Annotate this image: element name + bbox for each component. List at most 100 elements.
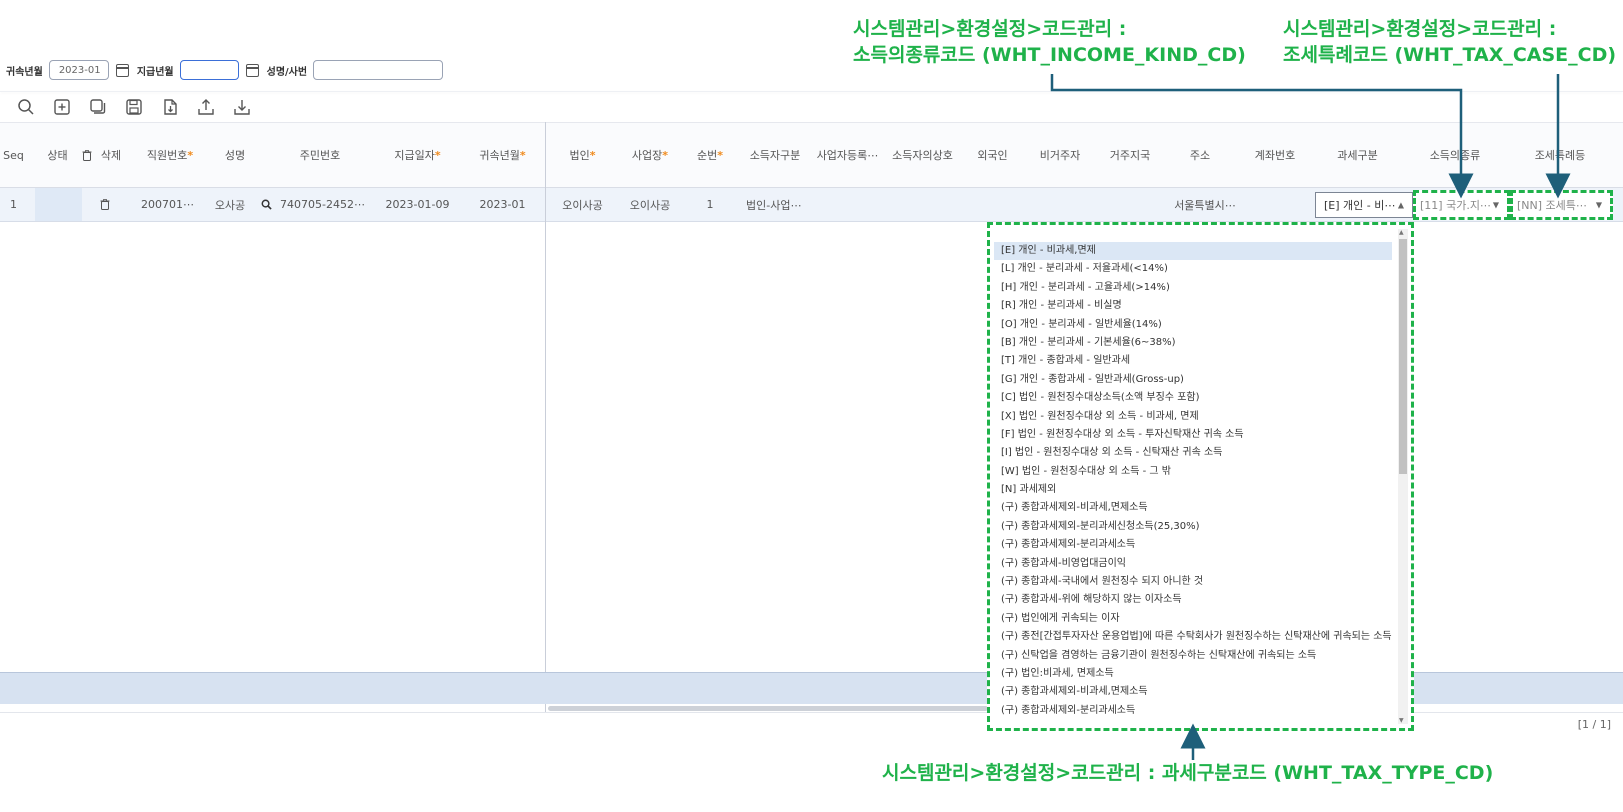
tax-case-select-value: [NN] 조세특⋯	[1517, 199, 1587, 212]
cell-earner-type[interactable]: 법인-사업⋯	[746, 188, 816, 221]
dropdown-option[interactable]: (구) 종합과세-국내에서 원천징수 되지 아니한 것	[994, 573, 1392, 591]
dropdown-option[interactable]: [B] 개인 - 분리과세 - 기본세율(6~38%)	[994, 334, 1392, 352]
cell-name[interactable]: 오사공	[205, 188, 255, 221]
calendar-icon[interactable]	[115, 63, 129, 77]
col-belong-month[interactable]: 귀속년월 *	[460, 123, 545, 187]
horizontal-scrollbar[interactable]	[548, 706, 988, 711]
dropdown-option[interactable]: [O] 개인 - 분리과세 - 일반세율(14%)	[994, 316, 1392, 334]
dropdown-option[interactable]: [I] 법인 - 원천징수대상 외 소득 - 신탁재산 귀속 소득	[994, 444, 1392, 462]
add-button[interactable]	[44, 96, 80, 118]
filter-bar: 귀속년월 2023-01 지급년월 성명/사번	[0, 55, 444, 85]
cell-belong-month[interactable]: 2023-01	[460, 188, 545, 221]
dropdown-option[interactable]: (구) 종합과세제외-비과세,면제소득	[994, 499, 1392, 517]
col-delete-icon-header	[78, 123, 96, 187]
name-empno-label: 성명/사번	[266, 66, 308, 78]
scroll-up-icon[interactable]: ▲	[1399, 229, 1404, 236]
col-residence-country[interactable]: 거주지국	[1095, 123, 1165, 187]
caret-down-icon: ▼	[1492, 200, 1499, 210]
col-corp[interactable]: 법인 *	[555, 123, 610, 187]
tax-type-dropdown[interactable]: [E] 개인 - 비과세,면제 [L] 개인 - 분리과세 - 저율과세(<14%…	[987, 222, 1414, 731]
belong-month-input[interactable]: 2023-01	[48, 60, 109, 80]
col-pay-date[interactable]: 지급일자 *	[375, 123, 460, 187]
cell-order[interactable]: 1	[685, 188, 735, 221]
search-button[interactable]	[8, 96, 44, 118]
col-tax-case[interactable]: 조세특례등	[1510, 123, 1610, 187]
col-non-resident[interactable]: 비거주자	[1025, 123, 1095, 187]
col-status[interactable]: 상태	[40, 123, 75, 187]
dropdown-option[interactable]: [T] 개인 - 종합과세 - 일반과세	[994, 352, 1392, 370]
table-row[interactable]: 1 200701⋯ 오사공 740705-2452⋯ 2023-01-09 20…	[0, 188, 1623, 222]
annotation-tax-case-line2: 조세특례코드 (WHT_TAX_CASE_CD)	[1283, 44, 1617, 66]
col-resident-no[interactable]: 주민번호	[270, 123, 370, 187]
col-pay-date-label: 지급일자	[394, 149, 435, 162]
dropdown-option[interactable]: [L] 개인 - 분리과세 - 저율과세(<14%)	[994, 260, 1392, 278]
dropdown-option[interactable]: (구) 종합과세-위에 해당하지 않는 이자소득	[994, 591, 1392, 609]
col-address[interactable]: 주소	[1165, 123, 1235, 187]
download-button[interactable]	[224, 96, 260, 118]
col-order-label: 순번	[696, 149, 718, 162]
tax-type-select[interactable]: [E] 개인 - 비⋯ ▲	[1315, 192, 1413, 218]
dropdown-option[interactable]: [F] 법인 - 원천징수대상 외 소득 - 투자신탁재산 귀속 소득	[994, 426, 1392, 444]
dropdown-option[interactable]: (구) 종전[간접투자자산 운용업법]에 따른 수탁회사가 원천징수하는 신탁재…	[994, 628, 1392, 646]
name-empno-input[interactable]	[313, 60, 444, 80]
upload-button[interactable]	[188, 96, 224, 118]
dropdown-option[interactable]: (구) 신탁업을 겸영하는 금융기관이 원천징수하는 신탁재산에 귀속되는 소득	[994, 647, 1392, 665]
cell-emp-no[interactable]: 200701⋯	[130, 188, 205, 221]
pay-month-input[interactable]	[179, 60, 239, 80]
cell-corp[interactable]: 오이사공	[555, 188, 610, 221]
col-emp-no[interactable]: 직원번호 *	[130, 123, 210, 187]
col-name[interactable]: 성명	[210, 123, 260, 187]
col-delete[interactable]: 삭제	[96, 123, 126, 187]
col-tax-type[interactable]: 과세구분	[1315, 123, 1400, 187]
dropdown-option[interactable]: (구) 종합과세제외-비과세,면제소득	[994, 683, 1392, 701]
name-search-button[interactable]	[255, 188, 277, 221]
copy-button[interactable]	[80, 96, 116, 118]
caret-up-icon: ▲	[1397, 200, 1404, 210]
dropdown-option[interactable]: [W] 법인 - 원천징수대상 외 소득 - 그 밖	[994, 463, 1392, 481]
dropdown-option[interactable]: [H] 개인 - 분리과세 - 고율과세(>14%)	[994, 279, 1392, 297]
caret-down-icon: ▼	[1595, 200, 1602, 210]
dropdown-option[interactable]: (구) 법인에게 귀속되는 이자	[994, 610, 1392, 628]
annotation-tax-case-line1: 시스템관리>환경설정>코드관리 :	[1283, 18, 1557, 40]
trash-icon	[82, 149, 92, 161]
cell-address[interactable]: 서울특별시⋯	[1165, 188, 1245, 221]
file-upload-button[interactable]	[152, 96, 188, 118]
cell-biz-place[interactable]: 오이사공	[620, 188, 680, 221]
dropdown-option[interactable]: (구) 종합과세제외-분리과세소득	[994, 536, 1392, 554]
col-earner-trade-name[interactable]: 소득자의상호	[885, 123, 960, 187]
dropdown-option[interactable]: [E] 개인 - 비과세,면제	[994, 242, 1392, 261]
dropdown-option[interactable]: (구) 법인:비과세, 면제소득	[994, 665, 1392, 683]
dropdown-option[interactable]: [X] 법인 - 원천징수대상 외 소득 - 비과세, 면제	[994, 408, 1392, 426]
col-biz-place[interactable]: 사업장 *	[620, 123, 680, 187]
dropdown-option[interactable]: (구) 종합과세제외-분리과세신청소득(25,30%)	[994, 518, 1392, 536]
tax-case-select[interactable]: [NN] 조세특⋯ ▼	[1510, 190, 1613, 220]
grid-header: Seq 상태 삭제 직원번호 * 성명 주민번호 지급일자 * 귀속년월 * 법인 * …	[0, 122, 1623, 188]
annotation-income-kind-line2: 소득의종류코드 (WHT_INCOME_KIND_CD)	[853, 44, 1246, 66]
dropdown-option[interactable]: [R] 개인 - 분리과세 - 비실명	[994, 297, 1392, 315]
annotation-tax-type: 시스템관리>환경설정>코드관리 : 과세구분코드 (WHT_TAX_TYPE_C…	[882, 762, 1494, 784]
cell-pay-date[interactable]: 2023-01-09	[375, 188, 460, 221]
scroll-down-icon[interactable]: ▼	[1399, 717, 1404, 724]
row-status-cell[interactable]	[35, 188, 82, 221]
dropdown-scrollbar[interactable]: ▲ ▼	[1398, 229, 1408, 724]
save-button[interactable]	[116, 96, 152, 118]
cell-resident-no[interactable]: 740705-2452⋯	[280, 188, 375, 221]
col-seq[interactable]: Seq	[0, 123, 27, 187]
col-earner-type[interactable]: 소득자구분	[740, 123, 810, 187]
dropdown-option[interactable]: [C] 법인 - 원천징수대상소득(소액 부징수 포함)	[994, 389, 1392, 407]
dropdown-option[interactable]: (구) 종합과세-비영업대금이익	[994, 555, 1392, 573]
row-delete-button[interactable]	[96, 188, 114, 221]
trash-icon	[100, 199, 110, 210]
required-mark: *	[519, 148, 526, 162]
col-order[interactable]: 순번 *	[685, 123, 735, 187]
dropdown-option[interactable]: (구) 종합과세제외-분리과세소득	[994, 702, 1392, 720]
col-account-no[interactable]: 계좌번호	[1235, 123, 1315, 187]
calendar-icon[interactable]	[245, 63, 259, 77]
dropdown-option[interactable]: [N] 과세제외	[994, 481, 1392, 499]
dropdown-option[interactable]: [G] 개인 - 종합과세 - 일반과세(Gross-up)	[994, 371, 1392, 389]
col-biz-reg-no[interactable]: 사업자등록⋯	[810, 123, 885, 187]
dropdown-scroll-thumb[interactable]	[1399, 239, 1407, 474]
col-foreigner[interactable]: 외국인	[960, 123, 1025, 187]
col-income-kind[interactable]: 소득의종류	[1410, 123, 1500, 187]
income-kind-select[interactable]: [11] 국가.지⋯ ▼	[1413, 190, 1510, 220]
